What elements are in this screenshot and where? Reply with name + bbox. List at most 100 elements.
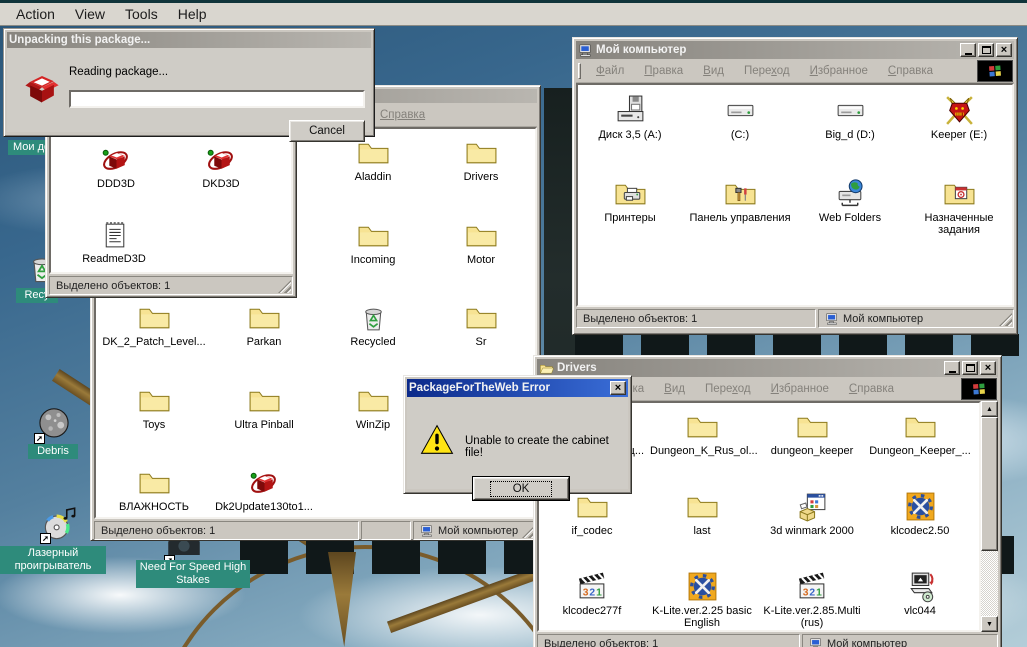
file-item-label[interactable]: dungeon_keeper — [760, 445, 864, 457]
minimize-button[interactable] — [944, 361, 960, 375]
file-item[interactable]: Ultra Pinball — [212, 384, 316, 431]
close-button[interactable]: × — [980, 361, 996, 375]
my-computer-window[interactable]: Мой компьютер × ФайлПравкаВидПереходИзбр… — [572, 37, 1018, 335]
file-item[interactable]: Incoming — [321, 219, 425, 266]
file-item[interactable]: Sr — [429, 301, 533, 348]
drive-item[interactable]: Диск 3,5 (A:) — [578, 94, 682, 141]
file-item-label[interactable]: DK_2_Patch_Level... — [102, 336, 206, 348]
file-item-icon[interactable] — [576, 490, 609, 523]
scrollbar-thumb[interactable] — [981, 417, 998, 551]
file-item-icon[interactable] — [248, 466, 281, 499]
file-item[interactable]: ReadmeD3D — [62, 218, 166, 265]
file-item[interactable]: klcodec277f — [540, 570, 644, 617]
file-item-icon[interactable] — [465, 136, 498, 169]
file-item-label[interactable]: 3d winmark 2000 — [760, 525, 864, 537]
file-item-icon[interactable] — [465, 219, 498, 252]
drive-item-icon[interactable] — [614, 177, 647, 210]
console-menu-item[interactable]: Tools — [115, 6, 168, 22]
file-item-label[interactable]: K-Lite.ver.2.25 basic English — [650, 605, 754, 629]
menu-item[interactable]: Справка — [878, 65, 943, 77]
menu-help[interactable]: Справка — [370, 109, 435, 121]
ok-button[interactable]: OK — [473, 477, 569, 500]
file-item[interactable]: DDD3D — [64, 143, 168, 190]
drive-item-label[interactable]: Keeper (E:) — [907, 129, 1011, 141]
file-item-label[interactable]: Aladdin — [321, 171, 425, 183]
resize-grip[interactable] — [278, 280, 291, 293]
file-item[interactable]: Dungeon_K_Rus_ol... — [650, 410, 754, 457]
file-item[interactable]: ВЛАЖНОСТЬ — [102, 466, 206, 513]
file-item-label[interactable]: vlc044 — [868, 605, 972, 617]
menu-item[interactable]: Избранное — [800, 65, 878, 77]
resize-grip[interactable] — [999, 313, 1012, 326]
file-item[interactable]: Motor — [429, 219, 533, 266]
drive-item-icon[interactable] — [943, 177, 976, 210]
drive-item[interactable]: (C:) — [688, 94, 792, 141]
drive-item[interactable]: Назначенные задания — [907, 177, 1011, 236]
file-item-icon[interactable] — [796, 570, 829, 603]
file-item-label[interactable]: Ultra Pinball — [212, 419, 316, 431]
drive-item-icon[interactable] — [614, 94, 647, 127]
drive-item-label[interactable]: Назначенные задания — [907, 212, 1011, 236]
file-item[interactable]: Toys — [102, 384, 206, 431]
console-menu-item[interactable]: Help — [168, 6, 217, 22]
drive-item-label[interactable]: Web Folders — [798, 212, 902, 224]
file-item[interactable]: 3d winmark 2000 — [760, 490, 864, 537]
file-item[interactable]: Recycled — [321, 301, 425, 348]
drive-item-icon[interactable] — [724, 94, 757, 127]
file-item[interactable]: Parkan — [212, 301, 316, 348]
minimize-button[interactable] — [960, 43, 976, 57]
scrollbar-track[interactable] — [981, 551, 998, 616]
file-item-label[interactable]: Dungeon_Keeper_... — [868, 445, 972, 457]
desktop-icon-label[interactable]: Debris — [28, 444, 78, 459]
drive-item-icon[interactable] — [834, 177, 867, 210]
file-item[interactable]: DK_2_Patch_Level... — [102, 301, 206, 348]
drive-item-icon[interactable] — [724, 177, 757, 210]
file-item-icon[interactable] — [796, 410, 829, 443]
file-item-label[interactable]: Motor — [429, 254, 533, 266]
desktop-icon-label[interactable]: Лазерный проигрыватель — [0, 546, 106, 574]
drive-item-icon[interactable] — [943, 94, 976, 127]
menu-item[interactable]: Переход — [695, 383, 761, 395]
file-item-icon[interactable] — [904, 490, 937, 523]
cancel-button[interactable]: Cancel — [289, 120, 365, 142]
file-item-icon[interactable] — [98, 218, 131, 251]
file-item-icon[interactable] — [465, 301, 498, 334]
file-item-icon[interactable] — [357, 219, 390, 252]
file-item[interactable]: klcodec2.50 — [868, 490, 972, 537]
file-item-icon[interactable] — [686, 490, 719, 523]
file-item-label[interactable]: Recycled — [321, 336, 425, 348]
menu-item[interactable]: Файл — [586, 65, 634, 77]
menu-item[interactable]: Вид — [654, 383, 695, 395]
package-folder-window[interactable]: DDD3D DKD3D ReadmeD3D Выделено объектов:… — [45, 128, 297, 298]
file-item-icon[interactable] — [904, 570, 937, 603]
file-item[interactable]: Dungeon_Keeper_... — [868, 410, 972, 457]
drive-item[interactable]: Web Folders — [798, 177, 902, 224]
file-item-label[interactable]: DDD3D — [64, 178, 168, 190]
file-item-icon[interactable] — [686, 570, 719, 603]
file-item-icon[interactable] — [357, 301, 390, 334]
drive-item[interactable]: Keeper (E:) — [907, 94, 1011, 141]
menu-item[interactable]: Переход — [734, 65, 800, 77]
console-menu-item[interactable]: Action — [6, 6, 65, 22]
menubar-grip[interactable] — [578, 63, 581, 79]
file-item-icon[interactable] — [100, 143, 133, 176]
file-item-label[interactable]: Toys — [102, 419, 206, 431]
drive-item-label[interactable]: Big_d (D:) — [798, 129, 902, 141]
file-item[interactable]: DKD3D — [169, 143, 273, 190]
file-item[interactable]: vlc044 — [868, 570, 972, 617]
file-item-icon[interactable] — [248, 301, 281, 334]
file-item[interactable]: K-Lite.ver.2.85.Multi (rus) — [760, 570, 864, 629]
file-item-icon[interactable] — [904, 410, 937, 443]
file-item-label[interactable]: klcodec277f — [540, 605, 644, 617]
menu-item[interactable]: Правка — [634, 65, 693, 77]
maximize-button[interactable] — [978, 43, 994, 57]
file-item[interactable]: K-Lite.ver.2.25 basic English — [650, 570, 754, 629]
menu-item[interactable]: Избранное — [761, 383, 839, 395]
file-item-label[interactable]: ВЛАЖНОСТЬ — [102, 501, 206, 513]
unpacking-dialog[interactable]: Unpacking this package... Reading packag… — [3, 28, 375, 137]
desktop-icon-image[interactable]: ➚ — [42, 506, 78, 542]
scroll-up-arrow[interactable]: ▲ — [981, 401, 998, 417]
error-dialog-titlebar[interactable]: PackageForTheWeb Error × — [407, 379, 628, 397]
file-item-label[interactable]: Drivers — [429, 171, 533, 183]
close-button[interactable]: × — [610, 381, 626, 395]
